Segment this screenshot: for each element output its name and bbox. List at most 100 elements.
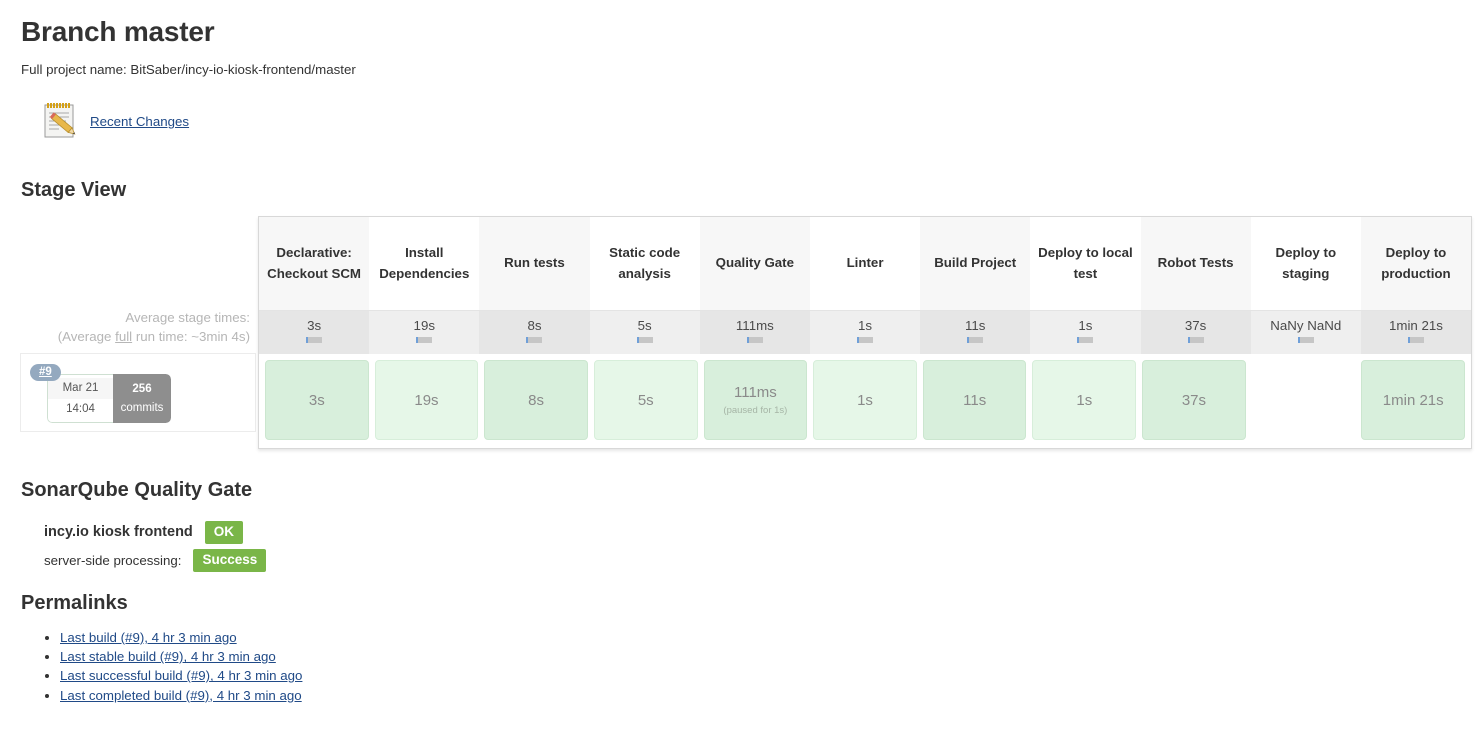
stage-header-cell[interactable]: Declarative: Checkout SCM [259, 217, 370, 310]
stage-average-cell: 111ms [699, 310, 810, 354]
stage-average-cell: 8s [479, 310, 590, 354]
sonarqube-gate-row: incy.io kiosk frontend OK [44, 521, 244, 544]
avg-line2-em: full [115, 329, 133, 345]
stage-header-cell[interactable]: Run tests [479, 217, 590, 310]
build-timestamp: Mar 21 14:04 [47, 374, 113, 423]
stage-header-cell[interactable]: Deploy to local test [1030, 217, 1141, 310]
stage-average-cell: 1s [1030, 310, 1141, 354]
stage-build-cell[interactable]: 19s [374, 360, 479, 440]
stage-duration: 8s [528, 391, 545, 409]
stage-duration: 3s [308, 391, 325, 409]
build-date: Mar 21 [48, 378, 113, 399]
permalink-link[interactable]: Last successful build (#9), 4 hr 3 min a… [60, 668, 302, 683]
build-info-box[interactable]: Mar 21 14:04 256 commits [47, 374, 171, 423]
stage-average-row: 3s 19s 8s 5s 111ms 1s 11s 1s 37s NaNy NaNd 1min 21… [259, 310, 1472, 354]
stage-duration: 1min 21s [1382, 391, 1444, 409]
stage-header-cell[interactable]: Deploy to staging [1250, 217, 1361, 310]
stage-average-cell: 37s [1140, 310, 1251, 354]
stage-build-row: 3s 19s 8s 5s 111ms (paused for 1s) 1s 11s 1s 37s 1… [259, 354, 1471, 448]
stage-build-cell[interactable]: 37s [1142, 360, 1246, 440]
stage-average-cell: 3s [259, 310, 370, 354]
permalink-link[interactable]: Last build (#9), 4 hr 3 min ago [60, 630, 237, 645]
build-row-panel: #9 Mar 21 14:04 256 commits [20, 353, 256, 432]
stage-view-container: Average stage times: (Average full run t… [20, 216, 1472, 449]
stage-average-cell: 1s [809, 310, 921, 354]
stage-header-cell[interactable]: Quality Gate [699, 217, 810, 310]
stage-duration-sparkbar-icon [526, 337, 543, 343]
permalink-link[interactable]: Last stable build (#9), 4 hr 3 min ago [60, 649, 276, 664]
stage-duration: 1s [1076, 391, 1093, 409]
stage-duration: 5s [637, 391, 654, 409]
stage-duration: 1s [857, 391, 873, 409]
stage-build-cell[interactable]: 5s [593, 360, 698, 440]
sonarqube-processing-status-badge: Success [193, 549, 267, 572]
stage-average-cell: 1min 21s [1360, 310, 1472, 354]
permalink-item: Last successful build (#9), 4 hr 3 min a… [60, 666, 302, 685]
sonarqube-processing-row: server-side processing: Success [44, 549, 267, 572]
sonarqube-gate-status-badge: OK [204, 521, 244, 544]
stage-build-cell[interactable]: 111ms (paused for 1s) [703, 360, 808, 440]
stage-average-time: 1s [1078, 318, 1093, 333]
average-stage-times-label: Average stage times: (Average full run t… [20, 308, 250, 347]
build-commits-label: commits [120, 401, 164, 414]
stage-header-cell[interactable]: Install Dependencies [369, 217, 480, 310]
stage-header-cell[interactable]: Linter [809, 217, 921, 310]
stage-average-time: 11s [964, 318, 986, 333]
stage-average-time: NaNy NaNd [1270, 318, 1342, 333]
stage-average-cell: 11s [920, 310, 1031, 354]
stage-header-cell[interactable]: Static code analysis [589, 217, 700, 310]
stage-average-time: 1min 21s [1388, 318, 1443, 333]
average-full-run-time-line: (Average full run time: ~3min 4s) [20, 327, 250, 346]
permalink-item: Last completed build (#9), 4 hr 3 min ag… [60, 686, 302, 705]
stage-header-row: Declarative: Checkout SCM Install Depende… [259, 217, 1472, 310]
recent-changes-link[interactable]: Recent Changes [90, 114, 189, 129]
jenkins-branch-page: Branch master Full project name: BitSabe… [0, 0, 1484, 736]
page-title: Branch master [21, 16, 215, 47]
stage-average-cell: 5s [589, 310, 700, 354]
stage-header-cell[interactable]: Build Project [920, 217, 1031, 310]
sonarqube-project-name: incy.io kiosk frontend [44, 524, 193, 541]
stage-table: Declarative: Checkout SCM Install Depende… [258, 216, 1472, 449]
sonarqube-heading: SonarQube Quality Gate [21, 479, 253, 501]
stage-build-cell[interactable]: 11s [922, 360, 1027, 440]
stage-duration-sparkbar-icon [1407, 337, 1424, 343]
permalink-item: Last build (#9), 4 hr 3 min ago [60, 628, 302, 647]
permalinks-heading: Permalinks [21, 592, 128, 614]
stage-build-cell[interactable]: 1s [813, 360, 917, 440]
stage-duration-sparkbar-icon [1297, 337, 1314, 343]
permalink-link[interactable]: Last completed build (#9), 4 hr 3 min ag… [60, 688, 302, 703]
stage-average-cell: 19s [369, 310, 480, 354]
stage-duration: 19s [414, 391, 439, 409]
stage-duration-sparkbar-icon [1077, 337, 1094, 343]
stage-duration-sparkbar-icon [857, 337, 874, 343]
stage-average-time: 37s [1184, 318, 1207, 333]
sonarqube-processing-label: server-side processing: [44, 552, 182, 568]
stage-build-cell[interactable]: 1s [1032, 360, 1137, 440]
stage-header-cell[interactable]: Robot Tests [1140, 217, 1251, 310]
permalink-item: Last stable build (#9), 4 hr 3 min ago [60, 647, 302, 666]
build-commits[interactable]: 256 commits [113, 374, 171, 423]
stage-average-time: 111ms [735, 318, 774, 333]
stage-paused-note: (paused for 1s) [723, 405, 788, 416]
recent-changes-row[interactable]: Recent Changes [38, 97, 189, 146]
stage-average-time: 5s [637, 318, 652, 333]
build-commits-count: 256 [132, 383, 152, 396]
stage-duration-sparkbar-icon [636, 337, 653, 343]
notepad-pencil-icon [38, 97, 82, 146]
avg-line2-post: run time: ~3min 4s) [132, 329, 250, 345]
stage-duration-sparkbar-icon [967, 337, 984, 343]
stage-view-heading: Stage View [21, 179, 127, 201]
stage-header-cell[interactable]: Deploy to production [1360, 217, 1472, 310]
stage-duration: 37s [1181, 391, 1207, 409]
permalinks-list: Last build (#9), 4 hr 3 min ago Last stab… [40, 628, 302, 705]
build-time: 14:04 [66, 402, 95, 415]
stage-duration: 11s [963, 391, 987, 409]
stage-duration-sparkbar-icon [416, 337, 433, 343]
stage-build-cell[interactable]: 3s [265, 360, 369, 440]
stage-build-cell[interactable]: 8s [484, 360, 588, 440]
stage-build-cell[interactable]: 1min 21s [1361, 360, 1466, 440]
full-project-name: Full project name: BitSaber/incy-io-kios… [21, 62, 356, 77]
build-number-badge[interactable]: #9 [30, 364, 61, 381]
average-stage-times-line1: Average stage times: [125, 310, 250, 325]
stage-average-cell: NaNy NaNd [1250, 310, 1361, 354]
